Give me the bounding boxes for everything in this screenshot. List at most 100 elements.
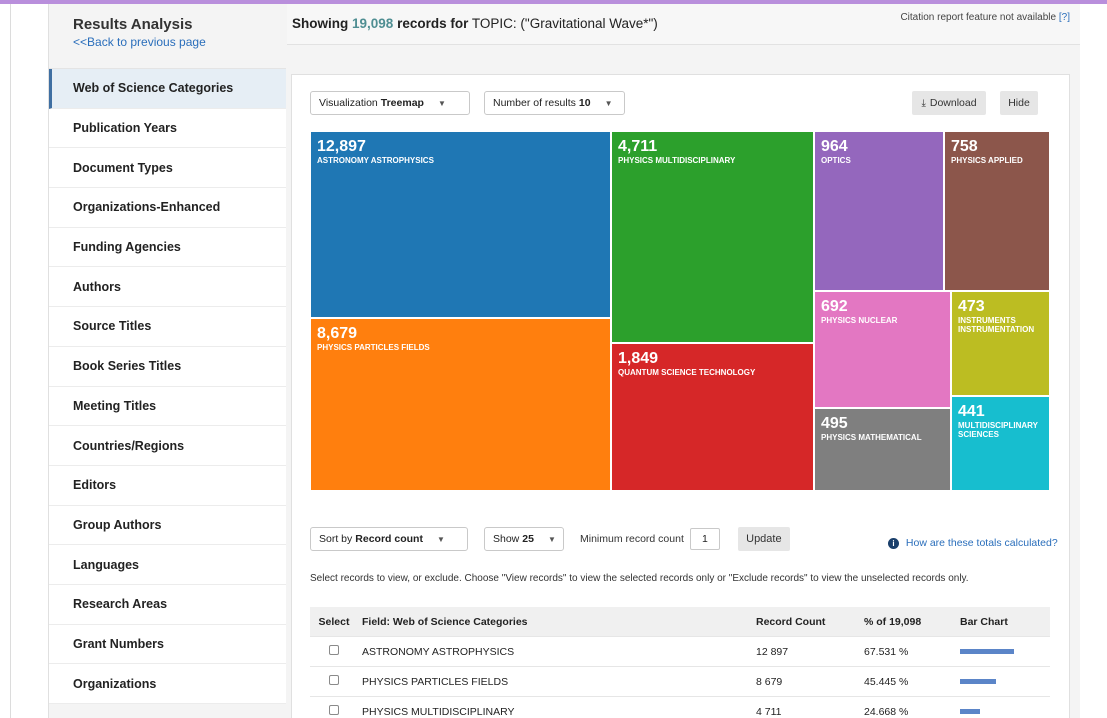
hide-button[interactable]: Hide: [1000, 91, 1038, 115]
download-label: Download: [929, 97, 977, 109]
sidebar-item-publication-years[interactable]: Publication Years: [49, 109, 286, 149]
treemap-tile-physics-nuclear[interactable]: 692 PHYSICS NUCLEAR: [815, 292, 950, 407]
treemap-tile-label: ASTRONOMY ASTROPHYSICS: [317, 156, 434, 165]
row-record-count: 8 679: [756, 675, 783, 688]
row-select-cell: [310, 705, 358, 718]
treemap-tile-multidisciplinary-sciences[interactable]: 441 MULTIDISCIPLINARY SCIENCES: [952, 397, 1049, 490]
row-checkbox[interactable]: [329, 675, 339, 685]
sidebar-item-editors[interactable]: Editors: [49, 466, 286, 506]
treemap-tile-count: 4,711: [618, 138, 658, 155]
back-link[interactable]: <<Back to previous page: [73, 35, 286, 49]
minimum-record-input[interactable]: 1: [689, 528, 720, 550]
treemap-tile-count: 692: [821, 298, 848, 315]
showing-prefix: Showing: [292, 16, 349, 31]
results-analysis-frame: Results Analysis <<Back to previous page…: [10, 4, 1080, 718]
sidebar-item-funding-agencies[interactable]: Funding Agencies: [49, 228, 286, 268]
update-button[interactable]: Update: [737, 527, 790, 551]
analysis-card: Visualization Treemap ▼ Number of result…: [291, 74, 1070, 718]
number-of-results-dropdown[interactable]: Number of results 10 ▼: [484, 91, 625, 115]
records-for-text: records for: [397, 16, 469, 31]
treemap-tile-label: PHYSICS MATHEMATICAL: [821, 433, 922, 442]
table-row: PHYSICS MULTIDISCIPLINARY 4 711 24.668 %: [310, 697, 1050, 718]
row-record-count: 12 897: [756, 645, 789, 658]
chevron-down-icon: ▼: [436, 534, 445, 544]
category-treemap: 12,897 ASTRONOMY ASTROPHYSICS 8,679 PHYSICS…: [310, 131, 1050, 491]
table-body: ASTRONOMY ASTROPHYSICS 12 897 67.531 % PHYS…: [310, 637, 1050, 718]
treemap-tile-physics-applied[interactable]: 758 PHYSICS APPLIED: [945, 132, 1049, 290]
field-column-header: Field: Web of Science Categories: [362, 615, 528, 628]
topic-query: ("Gravitational Wave*"): [520, 16, 658, 31]
download-button[interactable]: ⤓ Download: [912, 91, 986, 115]
row-select-cell: [310, 645, 358, 658]
treemap-tile-astronomy-astrophysics[interactable]: 12,897 ASTRONOMY ASTROPHYSICS: [311, 132, 610, 317]
sidebar-item-web-of-science-categories[interactable]: Web of Science Categories: [49, 69, 286, 109]
treemap-tile-physics-mathematical[interactable]: 495 PHYSICS MATHEMATICAL: [815, 409, 950, 490]
analysis-sidebar: Results Analysis <<Back to previous page…: [49, 4, 286, 718]
treemap-tile-count: 473: [958, 298, 985, 315]
treemap-tile-count: 12,897: [317, 138, 366, 155]
count-column-header[interactable]: Record Count: [756, 616, 864, 628]
treemap-tile-instruments-instrumentation[interactable]: 473 INSTRUMENTS INSTRUMENTATION: [952, 292, 1049, 395]
sidebar-item-organizations[interactable]: Organizations: [49, 664, 286, 704]
treemap-tile-count: 964: [821, 138, 848, 155]
main-panel: Showing 19,098 records for TOPIC: ("Grav…: [287, 4, 1080, 718]
sidebar-item-authors[interactable]: Authors: [49, 267, 286, 308]
row-bar-cell: [960, 709, 1050, 714]
sidebar-category-list: Web of Science Categories Publication Yea…: [49, 68, 286, 704]
right-rail: [1081, 4, 1107, 718]
treemap-tile-quantum-science-technology[interactable]: 1,849 QUANTUM SCIENCE TECHNOLOGY: [612, 344, 813, 490]
visualization-value: Treemap: [380, 97, 424, 109]
info-icon: i: [888, 538, 899, 549]
table-row: ASTRONOMY ASTROPHYSICS 12 897 67.531 %: [310, 637, 1050, 667]
row-bar: [960, 649, 1014, 654]
treemap-tile-optics[interactable]: 964 OPTICS: [815, 132, 943, 290]
treemap-tile-count: 8,679: [317, 325, 358, 342]
row-checkbox[interactable]: [329, 705, 339, 715]
left-rail: [11, 4, 49, 718]
sidebar-item-organizations-enhanced[interactable]: Organizations-Enhanced: [49, 188, 286, 228]
selection-instructions: Select records to view, or exclude. Choo…: [310, 573, 969, 584]
show-value: 25: [522, 533, 534, 545]
visualization-dropdown[interactable]: Visualization Treemap ▼: [310, 91, 470, 115]
row-field: PHYSICS MULTIDISCIPLINARY: [362, 705, 515, 718]
treemap-tile-label: QUANTUM SCIENCE TECHNOLOGY: [618, 368, 756, 377]
citation-help-link[interactable]: [?]: [1059, 12, 1070, 23]
show-count-dropdown[interactable]: Show 25 ▼: [484, 527, 564, 551]
chevron-down-icon: ▼: [547, 534, 556, 544]
download-icon: ⤓: [921, 97, 926, 109]
row-bar: [960, 679, 996, 684]
totals-help-link[interactable]: i How are these totals calculated?: [888, 537, 1058, 549]
treemap-tile-label: PHYSICS MULTIDISCIPLINARY: [618, 156, 736, 165]
sidebar-item-document-types[interactable]: Document Types: [49, 148, 286, 189]
sidebar-item-meeting-titles[interactable]: Meeting Titles: [49, 387, 286, 427]
row-select-cell: [310, 675, 358, 688]
citation-note: Citation report feature not available [?…: [900, 12, 1070, 23]
row-checkbox[interactable]: [329, 645, 339, 655]
topic-label: TOPIC:: [471, 16, 517, 31]
sort-value: Record count: [355, 533, 423, 545]
sidebar-item-languages[interactable]: Languages: [49, 545, 286, 585]
sidebar-item-source-titles[interactable]: Source Titles: [49, 307, 286, 347]
sidebar-item-research-areas[interactable]: Research Areas: [49, 585, 286, 625]
sidebar-item-book-series-titles[interactable]: Book Series Titles: [49, 347, 286, 387]
visualization-label: Visualization: [319, 97, 378, 109]
categories-table: Select Field: Web of Science Categories …: [310, 607, 1050, 718]
treemap-tile-label: MULTIDISCIPLINARY SCIENCES: [958, 421, 1038, 439]
sidebar-item-grant-numbers[interactable]: Grant Numbers: [49, 625, 286, 665]
sidebar-item-group-authors[interactable]: Group Authors: [49, 506, 286, 546]
visualization-controls: Visualization Treemap ▼ Number of result…: [310, 91, 625, 115]
sidebar-item-countries-regions[interactable]: Countries/Regions: [49, 426, 286, 466]
treemap-tile-physics-multidisciplinary[interactable]: 4,711 PHYSICS MULTIDISCIPLINARY: [612, 132, 813, 342]
showing-summary: Showing 19,098 records for TOPIC: ("Grav…: [292, 16, 658, 31]
treemap-tile-label: PHYSICS APPLIED: [951, 156, 1023, 165]
chevron-down-icon: ▼: [604, 98, 613, 108]
sort-by-dropdown[interactable]: Sort by Record count ▼: [310, 527, 468, 551]
row-bar-cell: [960, 649, 1050, 654]
treemap-tile-count: 495: [821, 415, 848, 432]
citation-note-text: Citation report feature not available: [900, 12, 1057, 23]
treemap-tile-physics-particles-fields[interactable]: 8,679 PHYSICS PARTICLES FIELDS: [311, 319, 610, 490]
select-column-header: Select: [318, 615, 350, 628]
treemap-tile-label: INSTRUMENTS INSTRUMENTATION: [958, 316, 1035, 334]
show-label: Show: [493, 533, 520, 545]
percent-column-header: % of 19,098: [864, 615, 922, 628]
